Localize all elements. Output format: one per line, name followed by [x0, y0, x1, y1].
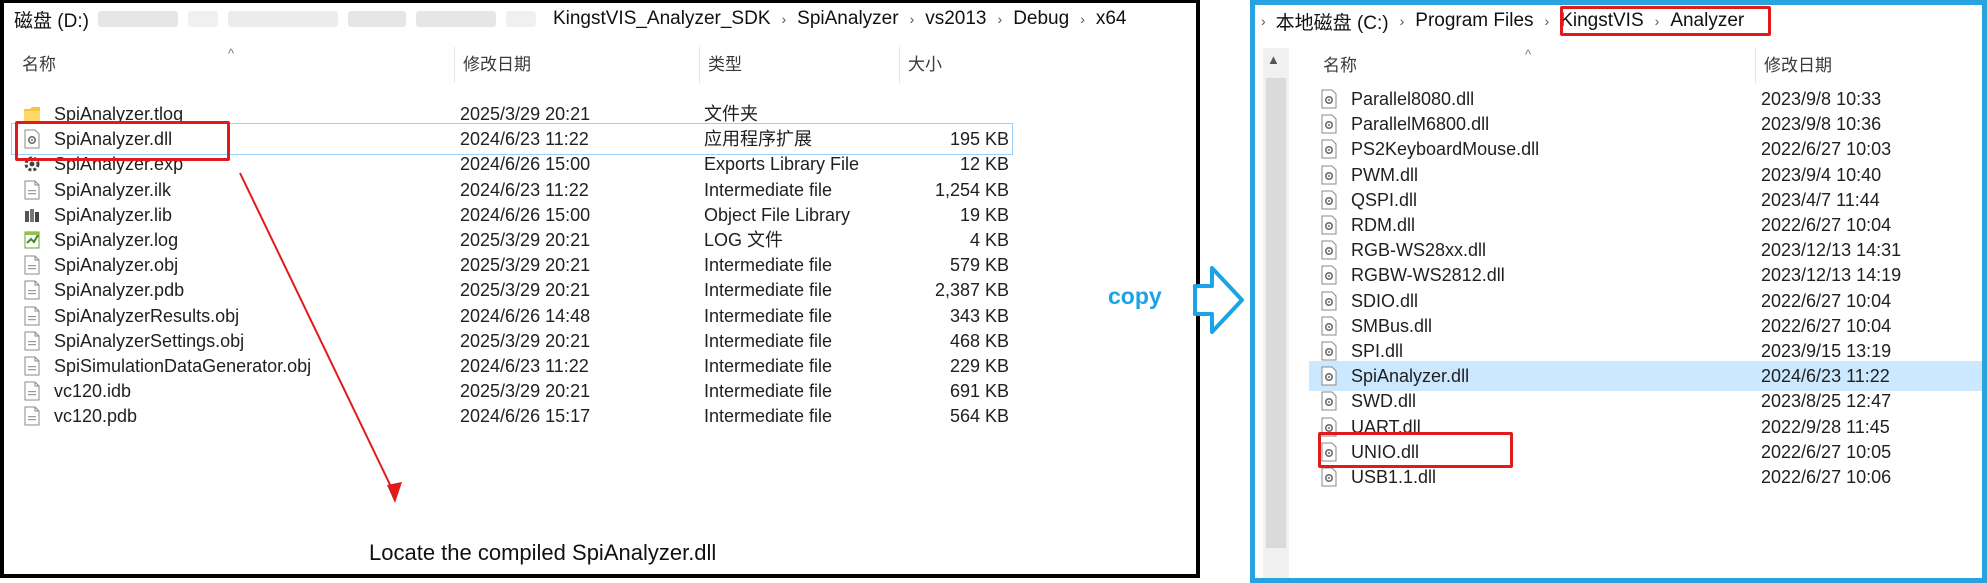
header-name[interactable]: 名称 [14, 47, 454, 83]
scrollbar-thumb[interactable] [1266, 78, 1286, 548]
header-date-modified[interactable]: 修改日期 [454, 47, 699, 83]
left-explorer-window: 磁盘 (D:) KingstVIS_Analyzer_SDK › SpiAnal… [0, 0, 1200, 578]
header-size[interactable]: 大小 [899, 47, 1039, 83]
right-address-bar[interactable]: › 本地磁盘 (C:) › Program Files › KingstVIS … [1255, 5, 1982, 37]
vertical-scrollbar[interactable]: ▲ [1263, 48, 1289, 578]
header-type[interactable]: 类型 [699, 47, 899, 83]
chevron-right-icon: › [997, 11, 1003, 27]
arrow-head [387, 482, 402, 503]
file-row[interactable]: vc120.pdb 2024/6/26 15:17 Intermediate fil… [12, 401, 1012, 431]
breadcrumb-program-files[interactable]: Program Files [1411, 10, 1537, 32]
chevron-right-icon: › [909, 11, 915, 27]
breadcrumb-drive[interactable]: 磁盘 (D:) [10, 6, 93, 33]
header-name[interactable]: 名称 [1315, 48, 1755, 84]
breadcrumb-project[interactable]: SpiAnalyzer [793, 8, 902, 30]
breadcrumb-sdk[interactable]: KingstVIS_Analyzer_SDK [549, 8, 775, 30]
redacted-path-segment [227, 11, 338, 27]
file-size: 564 KB [949, 406, 1009, 427]
copy-arrow-icon [1193, 266, 1244, 334]
redacted-path-segment [97, 11, 178, 27]
file-type: Intermediate file [704, 406, 833, 427]
instruction-caption: Locate the compiled SpiAnalyzer.dll [369, 540, 717, 565]
file-date: 2024/6/26 15:17 [460, 406, 591, 427]
chevron-right-icon: › [1544, 13, 1550, 29]
chevron-right-icon: › [1261, 13, 1266, 29]
redacted-path-segment [347, 11, 406, 27]
file-row[interactable]: USB1.1.dll 2022/6/27 10:06 [1309, 462, 1982, 492]
breadcrumb-debug[interactable]: Debug [1009, 8, 1073, 30]
header-date-modified[interactable]: 修改日期 [1755, 48, 1982, 84]
file-name: USB1.1.dll [1351, 467, 1437, 487]
redacted-path-segment [505, 11, 536, 27]
redacted-path-segment [187, 11, 218, 27]
file-name: vc120.pdb [54, 406, 138, 427]
file-date: 2022/6/27 10:06 [1761, 467, 1892, 487]
chevron-right-icon: › [1080, 11, 1085, 27]
breadcrumb-analyzer[interactable]: Analyzer [1666, 10, 1748, 32]
right-column-headers: ^ 名称 修改日期 [1255, 47, 1982, 84]
breadcrumb-kingstvis[interactable]: KingstVIS [1556, 10, 1647, 32]
left-column-headers: ^ 名称 修改日期 类型 大小 [4, 46, 1196, 83]
chevron-right-icon: › [1399, 13, 1405, 29]
copy-label: copy [1108, 283, 1162, 309]
right-explorer-window: › 本地磁盘 (C:) › Program Files › KingstVIS … [1250, 0, 1987, 583]
redacted-path-segment [415, 11, 496, 27]
breadcrumb-vs2013[interactable]: vs2013 [921, 8, 990, 30]
breadcrumb-local-disk[interactable]: 本地磁盘 (C:) [1272, 8, 1393, 35]
breadcrumb-x64[interactable]: x64 [1092, 8, 1131, 30]
chevron-right-icon: › [781, 11, 787, 27]
left-address-bar[interactable]: 磁盘 (D:) KingstVIS_Analyzer_SDK › SpiAnal… [4, 3, 1196, 35]
chevron-right-icon: › [1654, 13, 1660, 29]
